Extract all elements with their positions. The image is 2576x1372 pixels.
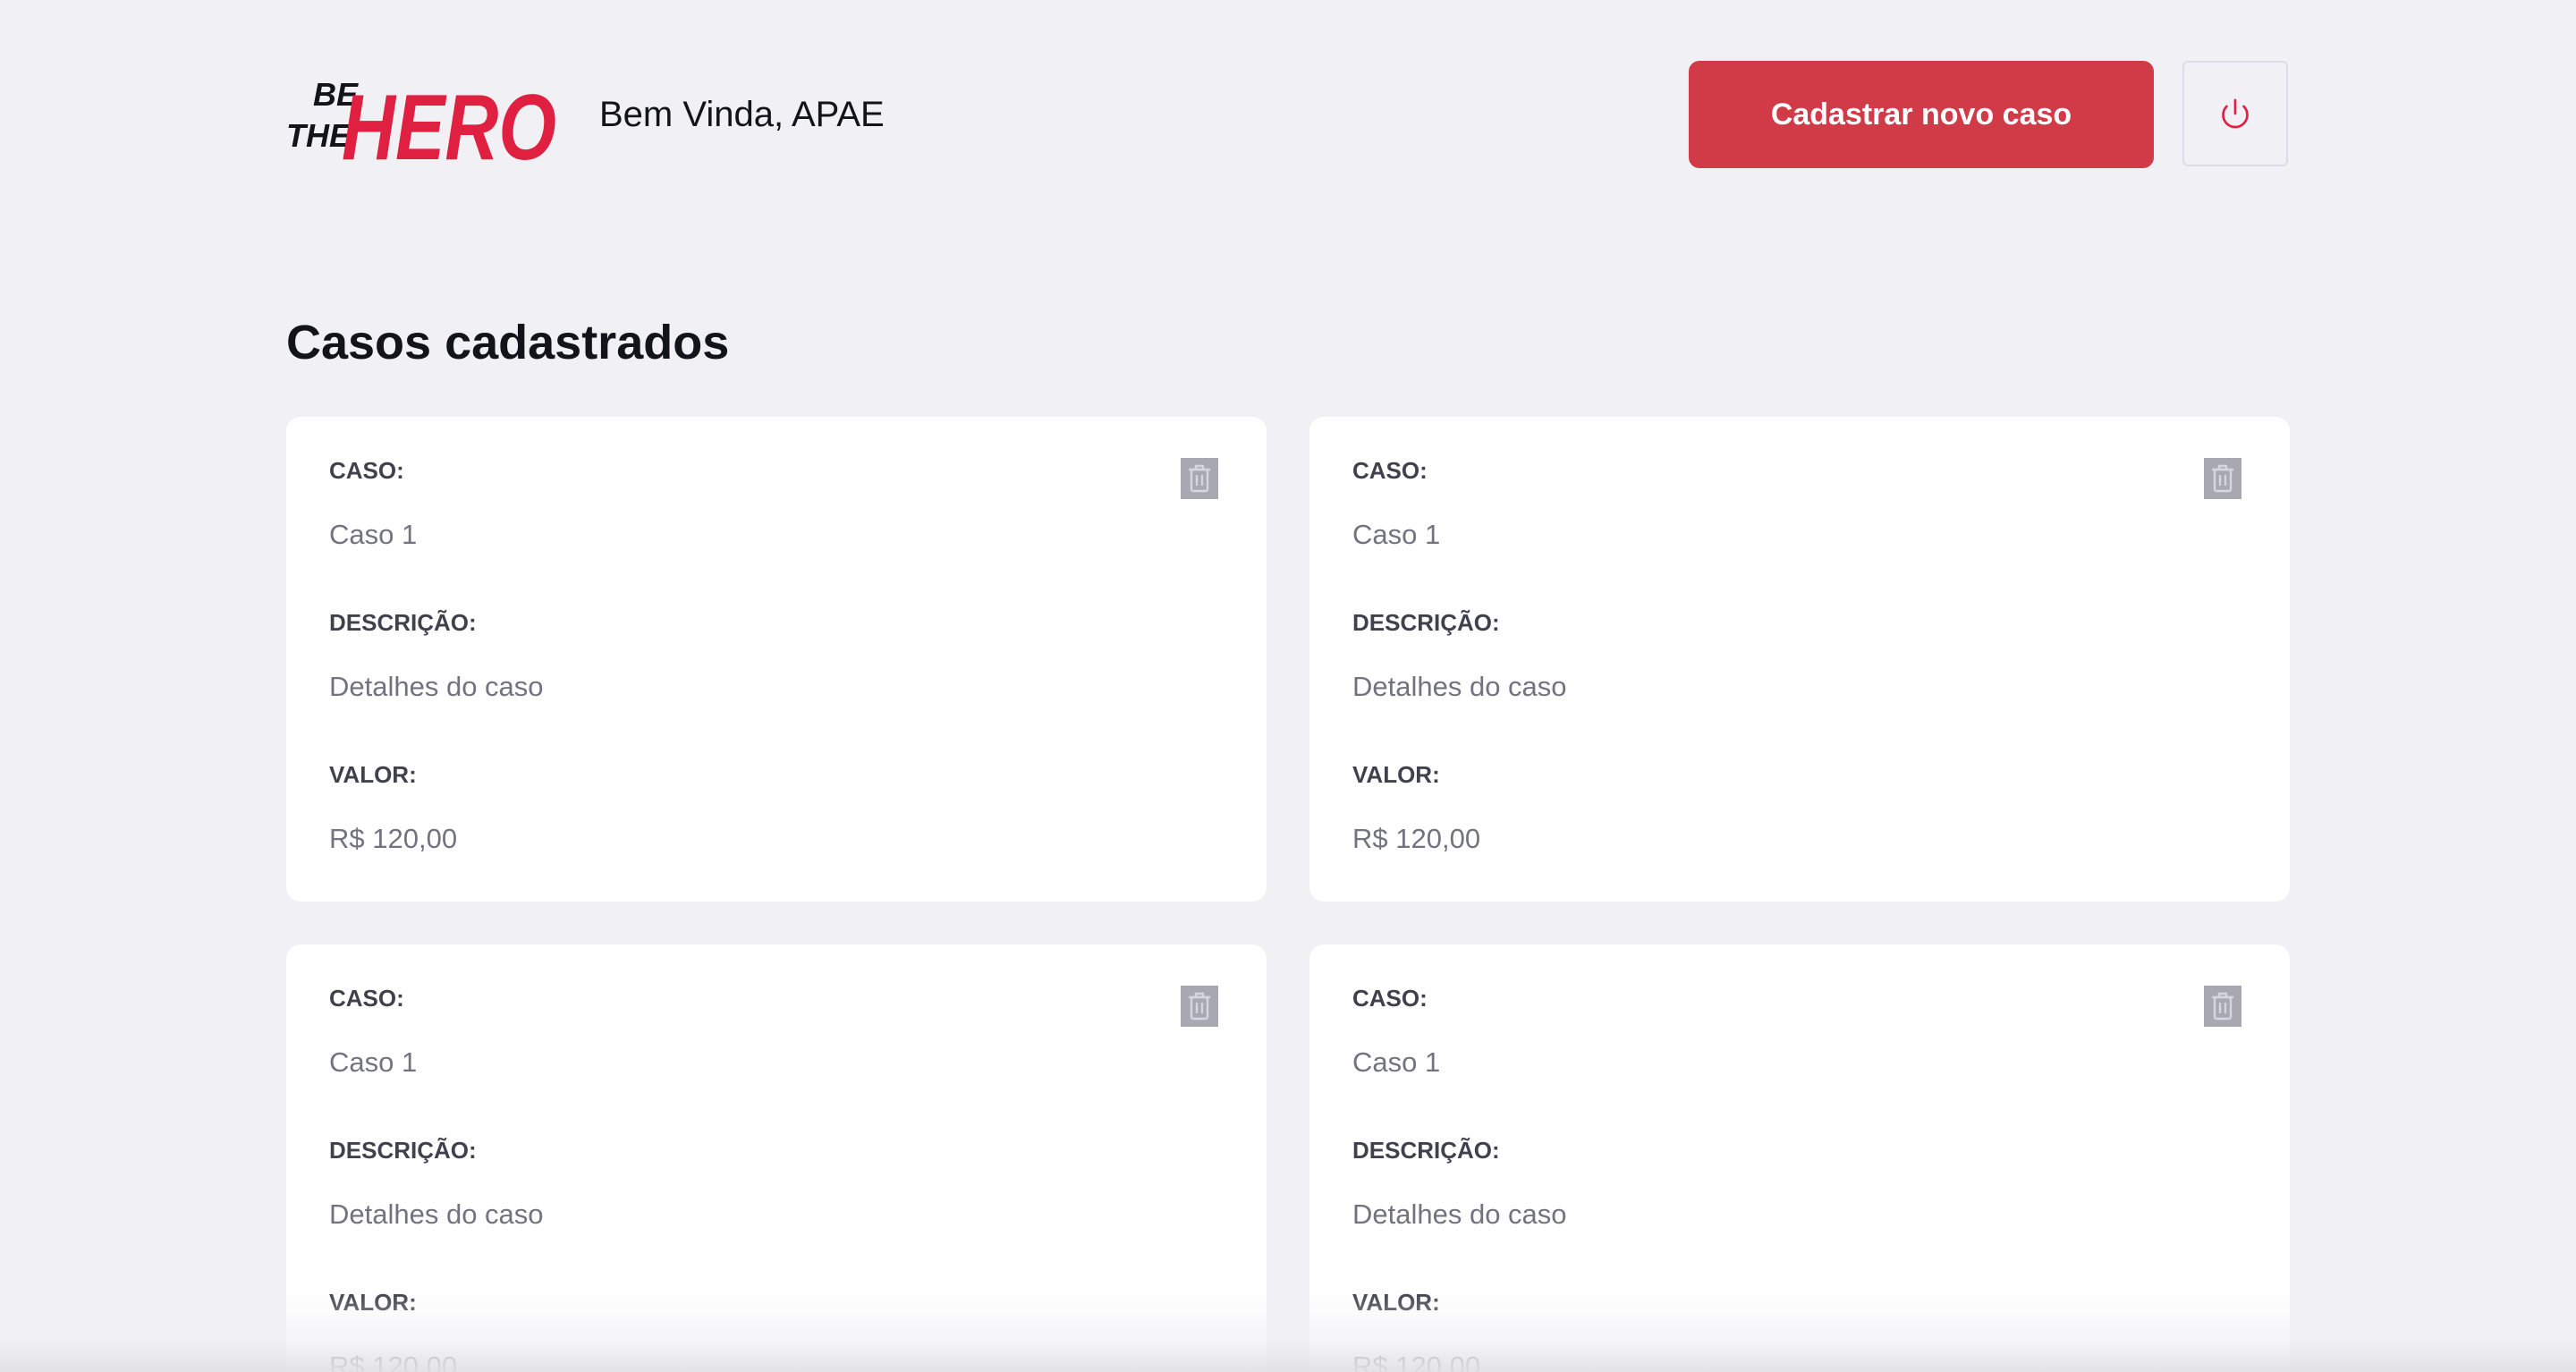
value-value: R$ 120,00: [329, 1351, 458, 1372]
page-title: Casos cadastrados: [286, 316, 730, 369]
case-card: CASO: Caso 1 DESCRIÇÃO: Detalhes do caso…: [1309, 944, 2290, 1372]
value-value: R$ 120,00: [1352, 823, 1481, 854]
value-label: VALOR:: [329, 1289, 417, 1316]
welcome-text: Bem Vinda, APAE: [599, 95, 885, 134]
page: BE THE HERO Bem Vinda, APAE Cadastrar no…: [0, 0, 2576, 1372]
be-the-hero-logo: BE THE HERO: [286, 76, 556, 175]
case-value: Caso 1: [329, 519, 418, 550]
logout-button[interactable]: [2182, 61, 2288, 166]
trash-icon: [2212, 464, 2233, 493]
trash-icon: [1189, 464, 1210, 493]
description-label: DESCRIÇÃO:: [329, 609, 477, 636]
case-card: CASO: Caso 1 DESCRIÇÃO: Detalhes do caso…: [286, 417, 1267, 902]
case-card: CASO: Caso 1 DESCRIÇÃO: Detalhes do caso…: [1309, 417, 2290, 902]
value-label: VALOR:: [1352, 761, 1440, 788]
value-value: R$ 120,00: [1352, 1351, 1481, 1372]
case-label: CASO:: [329, 457, 404, 484]
new-case-button[interactable]: Cadastrar novo caso: [1689, 61, 2154, 168]
case-value: Caso 1: [1352, 519, 1441, 550]
description-value: Detalhes do caso: [1352, 671, 1567, 702]
case-label: CASO:: [1352, 985, 1428, 1012]
case-card: CASO: Caso 1 DESCRIÇÃO: Detalhes do caso…: [286, 944, 1267, 1372]
case-value: Caso 1: [1352, 1046, 1441, 1078]
value-label: VALOR:: [1352, 1289, 1440, 1316]
value-value: R$ 120,00: [329, 823, 458, 854]
description-value: Detalhes do caso: [1352, 1198, 1567, 1230]
delete-case-button[interactable]: [2204, 458, 2241, 499]
power-icon: [2222, 98, 2249, 129]
trash-icon: [1189, 992, 1210, 1021]
case-label: CASO:: [1352, 457, 1428, 484]
description-value: Detalhes do caso: [329, 671, 544, 702]
description-label: DESCRIÇÃO:: [329, 1137, 477, 1164]
delete-case-button[interactable]: [2204, 986, 2241, 1027]
value-label: VALOR:: [329, 761, 417, 788]
trash-icon: [2212, 992, 2233, 1021]
header: BE THE HERO Bem Vinda, APAE Cadastrar no…: [286, 61, 2290, 175]
delete-case-button[interactable]: [1181, 986, 1218, 1027]
delete-case-button[interactable]: [1181, 458, 1218, 499]
description-label: DESCRIÇÃO:: [1352, 609, 1500, 636]
description-value: Detalhes do caso: [329, 1198, 544, 1230]
logo-hero: HERO: [342, 76, 556, 175]
case-label: CASO:: [329, 985, 404, 1012]
description-label: DESCRIÇÃO:: [1352, 1137, 1500, 1164]
case-value: Caso 1: [329, 1046, 418, 1078]
